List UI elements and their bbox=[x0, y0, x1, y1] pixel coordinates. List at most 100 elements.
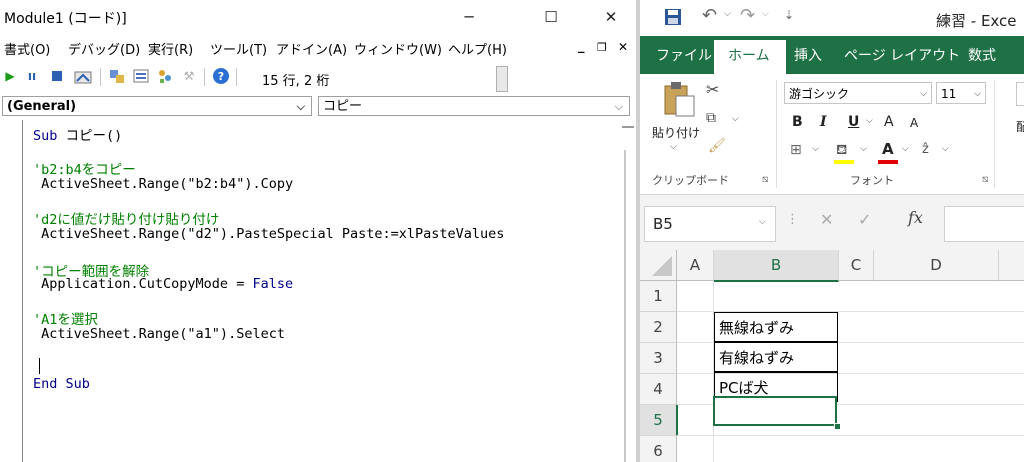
undo-icon[interactable]: ↶ bbox=[702, 5, 717, 26]
dialog-launcher-icon[interactable]: ⧅ bbox=[982, 174, 988, 185]
menu-run[interactable]: 実行(R) bbox=[148, 39, 193, 58]
ribbon-home: 貼り付け ⌵ ✂ ⧉ ⌵ 🖌 クリップボード ⧅ 游ゴシック ⌵ 11 ⌵ B … bbox=[640, 74, 1024, 195]
italic-button[interactable]: I bbox=[820, 114, 827, 130]
procedure-combo-value: コピー bbox=[323, 99, 363, 114]
font-color-button[interactable]: A bbox=[878, 140, 898, 164]
chevron-down-icon[interactable]: ⌵ bbox=[812, 144, 819, 154]
formula-input[interactable] bbox=[944, 206, 1024, 242]
tab-page-layout[interactable]: ページ レイアウト bbox=[844, 45, 960, 65]
copy-icon[interactable]: ⧉ bbox=[706, 110, 716, 126]
vbe-menu-bar: 書式(O) デバッグ(D) 実行(R) ツール(T) アドイン(A) ウィンドウ… bbox=[0, 34, 636, 60]
chevron-down-icon[interactable]: ⌵ bbox=[866, 116, 873, 126]
row-header[interactable]: 6 bbox=[640, 436, 677, 462]
menu-addins[interactable]: アドイン(A) bbox=[276, 39, 347, 58]
code-scrollbar[interactable] bbox=[620, 120, 636, 462]
tab-formulas[interactable]: 数式 bbox=[968, 45, 996, 65]
design-mode-icon[interactable] bbox=[74, 67, 92, 85]
insert-function-icon[interactable]: fx bbox=[908, 208, 923, 227]
chevron-down-icon[interactable]: ⌵ bbox=[724, 9, 731, 19]
worksheet-grid[interactable]: A B C D 1 2 3 4 5 6 無線ねずみ 有線ねずみ PCば犬 bbox=[640, 250, 1024, 462]
procedure-combo[interactable]: コピー ⌵ bbox=[318, 96, 630, 116]
doc-minimize-button[interactable]: _ bbox=[578, 39, 585, 54]
toolbar-overflow-handle[interactable] bbox=[496, 66, 508, 92]
doc-restore-button[interactable]: ❐ bbox=[597, 41, 607, 54]
tab-home[interactable]: ホーム bbox=[714, 40, 786, 74]
grow-font-button[interactable]: A bbox=[884, 114, 894, 130]
name-box-value: B5 bbox=[653, 215, 673, 233]
more-icon: ⋮ bbox=[786, 212, 799, 227]
row-header-selected[interactable]: 5 bbox=[640, 405, 678, 436]
code-text: コピー() bbox=[65, 128, 123, 144]
maximize-button[interactable]: ☐ bbox=[528, 2, 574, 32]
font-name-select[interactable]: 游ゴシック ⌵ bbox=[784, 82, 932, 104]
fill-color-button[interactable]: ⛾ bbox=[834, 142, 854, 164]
toolbox-icon[interactable]: ⚒ bbox=[180, 67, 198, 85]
bold-button[interactable]: B bbox=[792, 114, 803, 130]
column-header-d[interactable]: D bbox=[874, 250, 999, 281]
shrink-font-button[interactable]: A bbox=[910, 116, 918, 130]
toolbar-separator bbox=[100, 68, 101, 86]
chevron-down-icon[interactable]: ⌵ bbox=[942, 144, 949, 154]
formula-bar: B5 ⌵ ⋮ ✕ ✓ fx bbox=[640, 200, 1024, 244]
dialog-launcher-icon[interactable]: ⧅ bbox=[762, 174, 768, 185]
cancel-entry-icon[interactable]: ✕ bbox=[820, 210, 833, 229]
menu-debug[interactable]: デバッグ(D) bbox=[68, 39, 140, 58]
row-header[interactable]: 4 bbox=[640, 374, 677, 405]
chevron-down-icon[interactable]: ⌵ bbox=[902, 144, 909, 154]
menu-tools[interactable]: ツール(T) bbox=[210, 39, 267, 58]
select-all-corner[interactable] bbox=[640, 250, 677, 281]
cell-b3[interactable]: 有線ねずみ bbox=[714, 342, 838, 372]
tab-insert[interactable]: 挿入 bbox=[794, 45, 822, 65]
minimize-button[interactable]: ─ bbox=[446, 2, 492, 32]
row-header[interactable]: 1 bbox=[640, 281, 677, 312]
save-icon[interactable] bbox=[664, 8, 682, 30]
menu-window[interactable]: ウィンドウ(W) bbox=[354, 39, 442, 58]
project-explorer-icon[interactable] bbox=[108, 67, 126, 85]
run-icon[interactable]: ▶ bbox=[4, 67, 16, 85]
underline-button[interactable]: U bbox=[848, 114, 859, 130]
redo-icon[interactable]: ↷ bbox=[740, 5, 755, 26]
properties-window-icon[interactable] bbox=[132, 67, 150, 85]
help-icon[interactable]: ? bbox=[212, 67, 230, 85]
column-header-a[interactable]: A bbox=[677, 250, 714, 281]
code-editor[interactable]: Sub コピー() 'b2:b4をコピー ActiveSheet.Range("… bbox=[22, 120, 621, 462]
cut-icon[interactable]: ✂ bbox=[706, 80, 719, 99]
alignment-control[interactable] bbox=[1016, 82, 1024, 106]
paste-icon[interactable] bbox=[662, 80, 696, 122]
chevron-down-icon[interactable]: ⌵ bbox=[732, 114, 739, 124]
cell-b2[interactable]: 無線ねずみ bbox=[714, 312, 838, 342]
scrollbar-thumb[interactable] bbox=[624, 150, 626, 462]
fill-color-swatch bbox=[834, 160, 854, 164]
name-box[interactable]: B5 ⌵ bbox=[644, 206, 776, 242]
menu-help[interactable]: ヘルプ(H) bbox=[448, 39, 507, 58]
chevron-down-icon[interactable]: ⌵ bbox=[670, 142, 677, 152]
close-button[interactable]: ✕ bbox=[588, 2, 634, 32]
font-size-value: 11 bbox=[941, 87, 957, 101]
doc-close-button[interactable]: ✕ bbox=[618, 40, 628, 54]
object-combo[interactable]: (General) ⌵ bbox=[2, 96, 312, 116]
phonetic-icon[interactable]: ẑ bbox=[922, 142, 929, 157]
format-painter-icon[interactable]: 🖌 bbox=[708, 138, 726, 154]
font-size-select[interactable]: 11 ⌵ bbox=[936, 82, 986, 104]
chevron-down-icon[interactable]: ⌵ bbox=[762, 9, 769, 19]
row-header[interactable]: 2 bbox=[640, 312, 677, 343]
fill-handle[interactable] bbox=[834, 423, 841, 430]
object-browser-icon[interactable] bbox=[156, 67, 174, 85]
menu-format[interactable]: 書式(O) bbox=[4, 39, 50, 58]
borders-icon[interactable]: ⊞ bbox=[790, 142, 802, 158]
ribbon-tabs: ファイル ホーム 挿入 ページ レイアウト 数式 bbox=[640, 36, 1024, 74]
pause-icon[interactable]: ıı bbox=[26, 67, 38, 85]
reset-icon[interactable] bbox=[50, 67, 64, 85]
column-header-e[interactable] bbox=[999, 250, 1024, 281]
cell-b5-selected[interactable] bbox=[713, 396, 837, 426]
chevron-down-icon[interactable]: ⌵ bbox=[860, 144, 867, 154]
workbook-title: 練習 - Exce bbox=[936, 12, 1017, 30]
column-header-b[interactable]: B bbox=[714, 250, 839, 282]
confirm-entry-icon[interactable]: ✓ bbox=[858, 210, 871, 229]
code-comment: 'd2に値だけ貼り付け貼り付け bbox=[33, 212, 220, 228]
row-header[interactable]: 3 bbox=[640, 343, 677, 374]
column-header-c[interactable]: C bbox=[839, 250, 874, 281]
tab-file[interactable]: ファイル bbox=[656, 45, 712, 65]
paste-label[interactable]: 貼り付け bbox=[652, 124, 700, 141]
customize-qat-icon[interactable]: ⇣ bbox=[784, 8, 794, 22]
